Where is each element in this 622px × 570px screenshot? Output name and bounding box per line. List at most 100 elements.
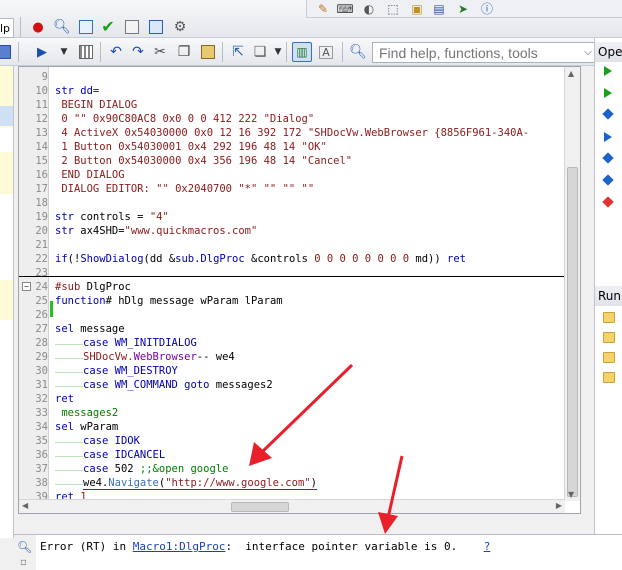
error-location-link[interactable]: Macro1:DlgProc [133, 540, 226, 553]
code-token: message [73, 323, 125, 335]
code-line[interactable]: 33 messages2 [19, 406, 579, 420]
left-panel-selected-item[interactable] [0, 106, 13, 126]
undo-icon[interactable]: ↶ [106, 42, 126, 62]
code-line[interactable]: 20 str ax4SHD="www.quickmacros.com" [19, 224, 579, 238]
fold-toggle-icon[interactable]: − [22, 282, 31, 291]
output-find-icon[interactable]: 🔍︎ [17, 540, 32, 554]
code-line[interactable]: 22 if(!ShowDialog(dd &sub.DlgProc &contro… [19, 252, 579, 266]
right-panel: Ope Runn [594, 38, 622, 538]
vertical-scrollbar[interactable]: ▲ ▼ [564, 67, 580, 501]
open-item-icon[interactable] [602, 108, 614, 120]
horizontal-scrollbar[interactable]: ◀ ▶ [19, 499, 565, 513]
cursor-icon[interactable]: ➤ [453, 0, 473, 19]
code-line[interactable]: 12 0 "" 0x90C80AC8 0x0 0 0 412 222 "Dial… [19, 112, 579, 126]
code-line[interactable]: 30 case WM_DESTROY [19, 364, 579, 378]
run-icon[interactable]: ▶ [32, 42, 52, 62]
open-item-icon[interactable] [604, 66, 612, 76]
horizontal-scroll-thumb[interactable] [231, 502, 289, 512]
copy-icon[interactable]: ❐ [174, 42, 194, 62]
output-clear-icon[interactable]: ▫ [20, 557, 27, 568]
code-token: WM_COMMAND [108, 379, 185, 391]
folder-icon[interactable] [603, 312, 615, 323]
run-dropdown-icon[interactable]: ▼ [54, 42, 74, 62]
pen-icon[interactable]: ✎ [313, 0, 333, 19]
open-item-icon[interactable] [604, 88, 612, 98]
code-token: WM_DESTROY [108, 365, 178, 377]
text-icon[interactable]: ▤ [429, 0, 449, 19]
scroll-up-icon[interactable]: ▲ [568, 69, 574, 78]
code-line[interactable]: 27 sel message [19, 322, 579, 336]
code-line[interactable]: 35 case IDOK [19, 434, 579, 448]
vertical-scroll-thumb[interactable] [567, 167, 578, 497]
code-token: SHDocVw. [83, 351, 134, 363]
mouse-icon[interactable]: ◐ [359, 0, 379, 19]
help-menu-fragment[interactable]: lp [0, 18, 14, 38]
open-item-icon[interactable] [602, 196, 614, 208]
scroll-right-icon[interactable]: ▶ [556, 501, 562, 510]
code-line[interactable]: 17 DIALOG EDITOR: "" 0x2040700 "*" "" ""… [19, 182, 579, 196]
help-search-input[interactable] [373, 44, 580, 61]
cut-icon[interactable]: ✂ [150, 42, 170, 62]
code-line[interactable]: 10 str dd= [19, 84, 579, 98]
code-line[interactable]: 32 ret [19, 392, 579, 406]
code-line[interactable]: 19 str controls = "4" [19, 210, 579, 224]
stop-icon[interactable] [76, 42, 96, 62]
code-line[interactable]: 31 case WM_COMMAND goto messages2 [19, 378, 579, 392]
properties-icon[interactable] [76, 17, 96, 37]
open-item-icon[interactable] [602, 174, 614, 186]
code-editor[interactable]: 9 10 str dd= 11 BEGIN DIALOG 12 0 "" 0x90C80… [18, 66, 581, 514]
code-line[interactable]: 28 case WM_INITDIALOG [19, 336, 579, 350]
code-token: ret [447, 253, 466, 265]
code-line[interactable]: 21 [19, 238, 579, 252]
paste-icon[interactable] [198, 42, 218, 62]
code-line[interactable]: 23 [19, 266, 579, 280]
code-token: controls = [73, 211, 150, 223]
info-icon[interactable]: ⓘ [477, 0, 497, 19]
code-line[interactable]: 18 [19, 196, 579, 210]
code-line[interactable]: 15 2 Button 0x54030000 0x4 356 196 48 14… [19, 154, 579, 168]
keyboard-icon[interactable]: ⌨ [335, 0, 355, 19]
line-number: 36 [35, 449, 48, 461]
find-image-icon[interactable]: ▣ [407, 0, 427, 19]
code-line[interactable]: 13 4 ActiveX 0x54030000 0x0 12 16 392 17… [19, 126, 579, 140]
folder-icon[interactable] [603, 372, 615, 383]
code-token: WM_INITDIALOG [108, 337, 197, 349]
code-line[interactable]: 9 [19, 70, 579, 84]
windows-icon[interactable]: ❏ [250, 42, 270, 62]
check-icon[interactable]: ✔ [98, 17, 118, 37]
settings-icon[interactable]: ⚙ [170, 17, 190, 37]
code-line[interactable]: 16 END DIALOG [19, 168, 579, 182]
code-line[interactable]: 38 we4.Navigate("http://www.google.com") [19, 476, 579, 490]
text-font-icon[interactable]: A [316, 42, 336, 62]
options-icon[interactable] [122, 17, 142, 37]
record-icon[interactable]: ● [28, 17, 48, 37]
tags-icon[interactable]: ⇱ [228, 42, 248, 62]
find-icon[interactable]: 🔍︎ [52, 17, 72, 37]
code-line[interactable]: 34 sel wParam [19, 420, 579, 434]
scroll-left-icon[interactable]: ◀ [22, 501, 28, 510]
code-line[interactable]: 36 case IDCANCEL [19, 448, 579, 462]
open-item-icon[interactable] [602, 152, 614, 164]
windows-dropdown-icon[interactable]: ▼ [268, 42, 288, 62]
code-line[interactable]: 25 function# hDlg message wParam lParam [19, 294, 579, 308]
dialog-editor-icon[interactable] [146, 17, 166, 37]
redo-icon[interactable]: ↷ [128, 42, 148, 62]
folder-icon[interactable] [603, 332, 615, 343]
code-line[interactable]: 14 1 Button 0x54030001 0x4 292 196 48 14… [19, 140, 579, 154]
code-line[interactable]: 29 SHDocVw.WebBrowser-- we4 [19, 350, 579, 364]
code-line[interactable]: 26 [19, 308, 579, 322]
code-line[interactable]: 24− #sub DlgProc [19, 280, 579, 294]
window-icon[interactable]: ⬚ [383, 0, 403, 19]
code-line[interactable]: 11 BEGIN DIALOG [19, 98, 579, 112]
code-line[interactable]: 37 case 502 ;;&open google [19, 462, 579, 476]
code-toolbar-icon[interactable]: ▥ [292, 42, 312, 62]
folder-icon[interactable] [603, 352, 615, 363]
code-token: IDOK [108, 435, 140, 447]
help-search-icon[interactable]: 🔍︎ [348, 42, 368, 62]
scroll-down-icon[interactable]: ▼ [568, 490, 574, 499]
open-item-icon[interactable] [604, 132, 612, 142]
help-search-box[interactable]: ⌵ [372, 42, 597, 63]
output-pane[interactable]: 🔍︎ ▫ Error (RT) in Macro1:DlgProc: inter… [14, 534, 622, 570]
error-help-link[interactable]: ? [484, 540, 491, 553]
save-icon[interactable] [0, 42, 14, 62]
